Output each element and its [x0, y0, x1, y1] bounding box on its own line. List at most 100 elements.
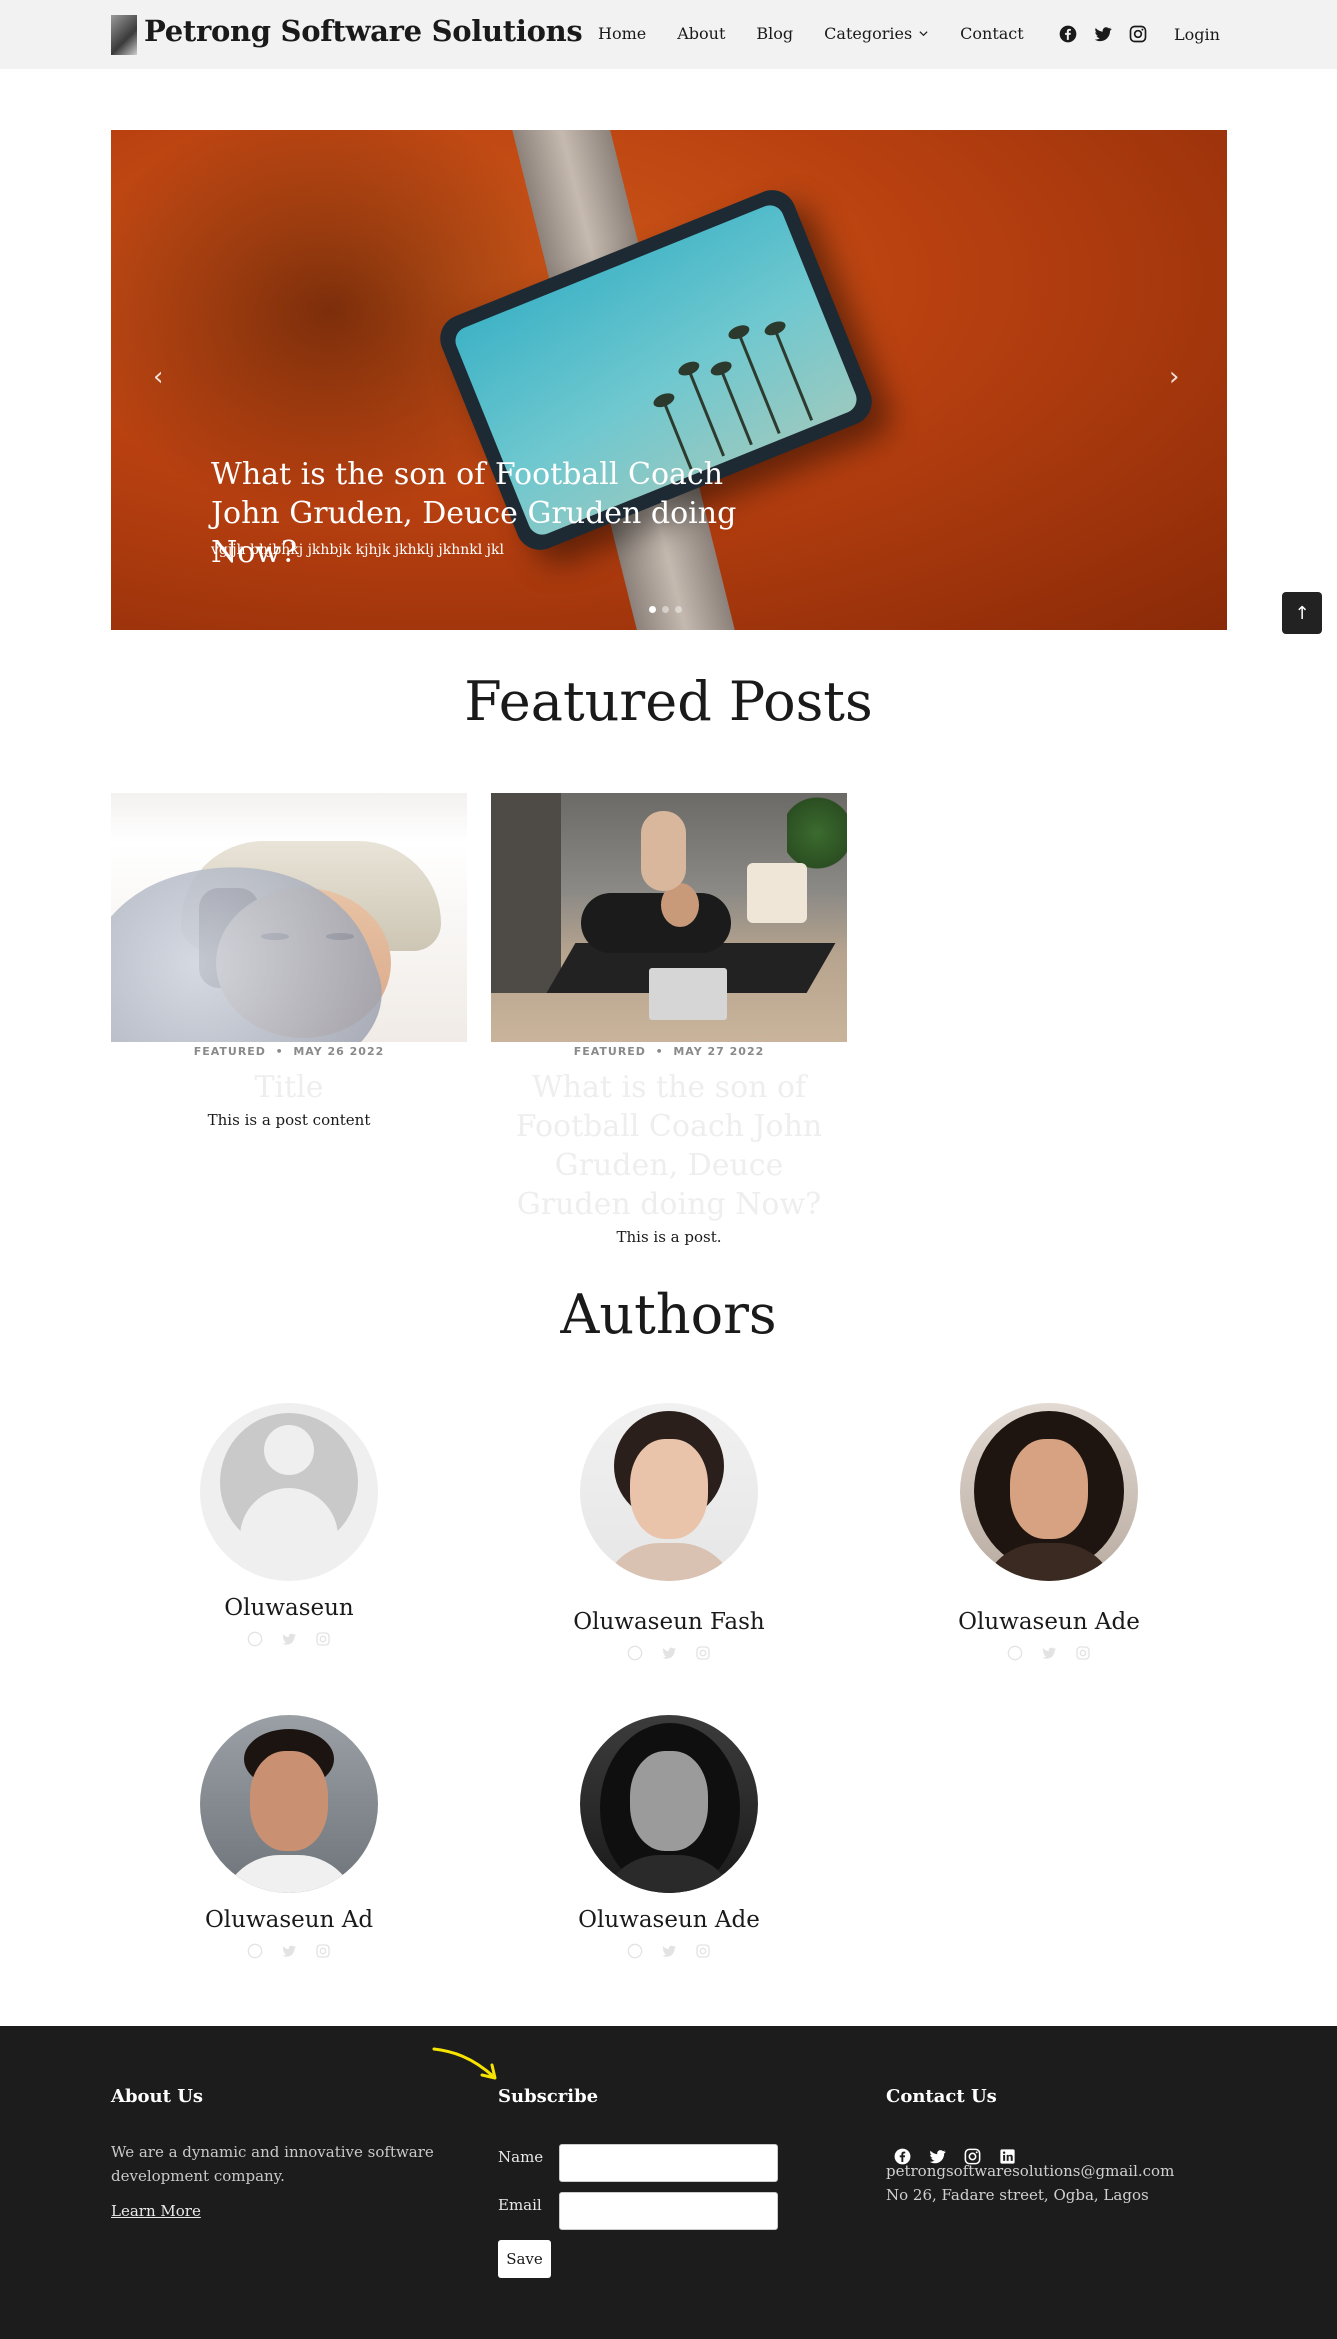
author-social	[899, 1645, 1199, 1661]
facebook-icon[interactable]	[247, 1943, 263, 1959]
author-name[interactable]: Oluwaseun Fash	[519, 1609, 819, 1635]
author-card[interactable]: Oluwaseun Fash	[519, 1403, 819, 1661]
post-image-wall	[491, 793, 561, 993]
post-card[interactable]: FEATURED • MAY 27 2022 What is the son o…	[491, 793, 847, 1246]
instagram-icon[interactable]	[315, 1631, 331, 1647]
nav-home[interactable]: Home	[598, 24, 646, 43]
brand-name[interactable]: Petrong Software Solutions	[144, 14, 583, 48]
instagram-icon[interactable]	[315, 1943, 331, 1959]
post-category[interactable]: FEATURED	[194, 1045, 266, 1058]
palm-tree	[720, 371, 753, 446]
avatar-shoulders	[220, 1855, 358, 1893]
author-social	[519, 1943, 819, 1959]
facebook-icon[interactable]	[627, 1645, 643, 1661]
carousel-prev-icon[interactable]: ‹	[153, 362, 163, 392]
nav-blog[interactable]: Blog	[756, 24, 793, 43]
hero-carousel[interactable]: ‹ › What is the son of Football Coach Jo…	[111, 130, 1227, 630]
carousel-indicators	[649, 606, 682, 613]
post-image-plant	[787, 793, 847, 873]
post-date: MAY 27 2022	[673, 1045, 765, 1058]
palm-tree	[774, 331, 814, 421]
nav-about[interactable]: About	[677, 24, 725, 43]
post-excerpt: This is a post.	[616, 1228, 722, 1246]
twitter-icon[interactable]	[661, 1943, 677, 1959]
about-text: We are a dynamic and innovative software…	[111, 2143, 434, 2185]
carousel-next-icon[interactable]: ›	[1169, 362, 1179, 392]
instagram-icon[interactable]	[1075, 1645, 1091, 1661]
contact-address: No 26, Fadare street, Ogba, Lagos	[886, 2186, 1149, 2204]
email-input[interactable]	[559, 2192, 778, 2230]
header-social	[1058, 24, 1148, 44]
instagram-icon[interactable]	[695, 1645, 711, 1661]
contact-email[interactable]: petrongsoftwaresolutions@gmail.com	[886, 2162, 1174, 2180]
avatar-face	[630, 1439, 708, 1539]
avatar[interactable]	[200, 1715, 378, 1893]
author-name[interactable]: Oluwaseun Ad	[139, 1907, 439, 1933]
author-card[interactable]: Oluwaseun Ad	[139, 1715, 439, 1959]
avatar[interactable]	[200, 1403, 378, 1581]
avatar-face	[630, 1751, 708, 1851]
twitter-icon[interactable]	[1041, 1645, 1057, 1661]
contact-title: Contact Us	[886, 2086, 997, 2107]
site-footer: About Us We are a dynamic and innovative…	[0, 2026, 1337, 2339]
email-label: Email	[498, 2196, 542, 2214]
instagram-icon[interactable]	[1128, 24, 1148, 44]
twitter-icon[interactable]	[661, 1645, 677, 1661]
post-thumbnail[interactable]	[111, 793, 467, 1042]
author-name[interactable]: Oluwaseun	[139, 1595, 439, 1621]
post-title[interactable]: Title	[111, 1068, 467, 1107]
facebook-icon[interactable]	[1058, 24, 1078, 44]
post-image-child	[641, 811, 686, 891]
post-category[interactable]: FEATURED	[574, 1045, 646, 1058]
author-name[interactable]: Oluwaseun Ade	[899, 1609, 1199, 1635]
avatar[interactable]	[580, 1715, 758, 1893]
author-card[interactable]: Oluwaseun	[139, 1403, 439, 1647]
post-card[interactable]: FEATURED • MAY 26 2022 Title This is a p…	[111, 793, 467, 1129]
save-button[interactable]: Save	[498, 2240, 551, 2278]
subscribe-title: Subscribe	[498, 2086, 599, 2107]
instagram-icon[interactable]	[695, 1943, 711, 1959]
post-image-laptop	[649, 968, 727, 1020]
author-social	[519, 1645, 819, 1661]
avatar-face	[1010, 1439, 1088, 1539]
back-to-top-button[interactable]: ↑	[1282, 592, 1322, 634]
post-meta: FEATURED • MAY 26 2022	[193, 1045, 385, 1058]
site-header: Petrong Software Solutions Home About Bl…	[0, 0, 1337, 69]
main-nav: Home About Blog Categories Contact	[598, 24, 1055, 43]
twitter-icon[interactable]	[281, 1943, 297, 1959]
carousel-dot[interactable]	[662, 606, 669, 613]
facebook-icon[interactable]	[627, 1943, 643, 1959]
post-date: MAY 26 2022	[293, 1045, 385, 1058]
facebook-icon[interactable]	[1007, 1645, 1023, 1661]
logo-image[interactable]	[111, 15, 137, 55]
chevron-down-icon	[919, 31, 928, 37]
arrow-up-icon: ↑	[1294, 602, 1310, 624]
nav-contact[interactable]: Contact	[960, 24, 1024, 43]
name-label: Name	[498, 2148, 544, 2166]
post-title[interactable]: What is the son of Football Coach John G…	[491, 1068, 847, 1224]
author-name[interactable]: Oluwaseun Ade	[519, 1907, 819, 1933]
facebook-icon[interactable]	[247, 1631, 263, 1647]
name-input[interactable]	[559, 2144, 778, 2182]
hero-subtitle: vgjjh bhjbhkj jkhbjk kjhjk jkhklj jkhnkl…	[211, 542, 504, 558]
post-excerpt: This is a post content	[207, 1111, 371, 1129]
carousel-dot[interactable]	[649, 606, 656, 613]
avatar[interactable]	[960, 1403, 1138, 1581]
palm-tree	[738, 335, 781, 435]
author-social	[139, 1631, 439, 1647]
post-meta: FEATURED • MAY 27 2022	[573, 1045, 765, 1058]
nav-categories[interactable]: Categories	[824, 24, 929, 43]
carousel-dot[interactable]	[675, 606, 682, 613]
avatar-shoulders	[600, 1543, 738, 1581]
learn-more-link[interactable]: Learn More	[111, 2202, 201, 2220]
avatar[interactable]	[580, 1403, 758, 1581]
post-thumbnail[interactable]	[491, 793, 847, 1042]
twitter-icon[interactable]	[281, 1631, 297, 1647]
palm-tree	[688, 371, 726, 457]
twitter-icon[interactable]	[1093, 24, 1113, 44]
featured-heading: Featured Posts	[464, 670, 873, 733]
author-card[interactable]: Oluwaseun Ade	[519, 1715, 819, 1959]
nav-categories-label: Categories	[824, 24, 913, 43]
author-card[interactable]: Oluwaseun Ade	[899, 1403, 1199, 1661]
login-link[interactable]: Login	[1174, 25, 1220, 44]
